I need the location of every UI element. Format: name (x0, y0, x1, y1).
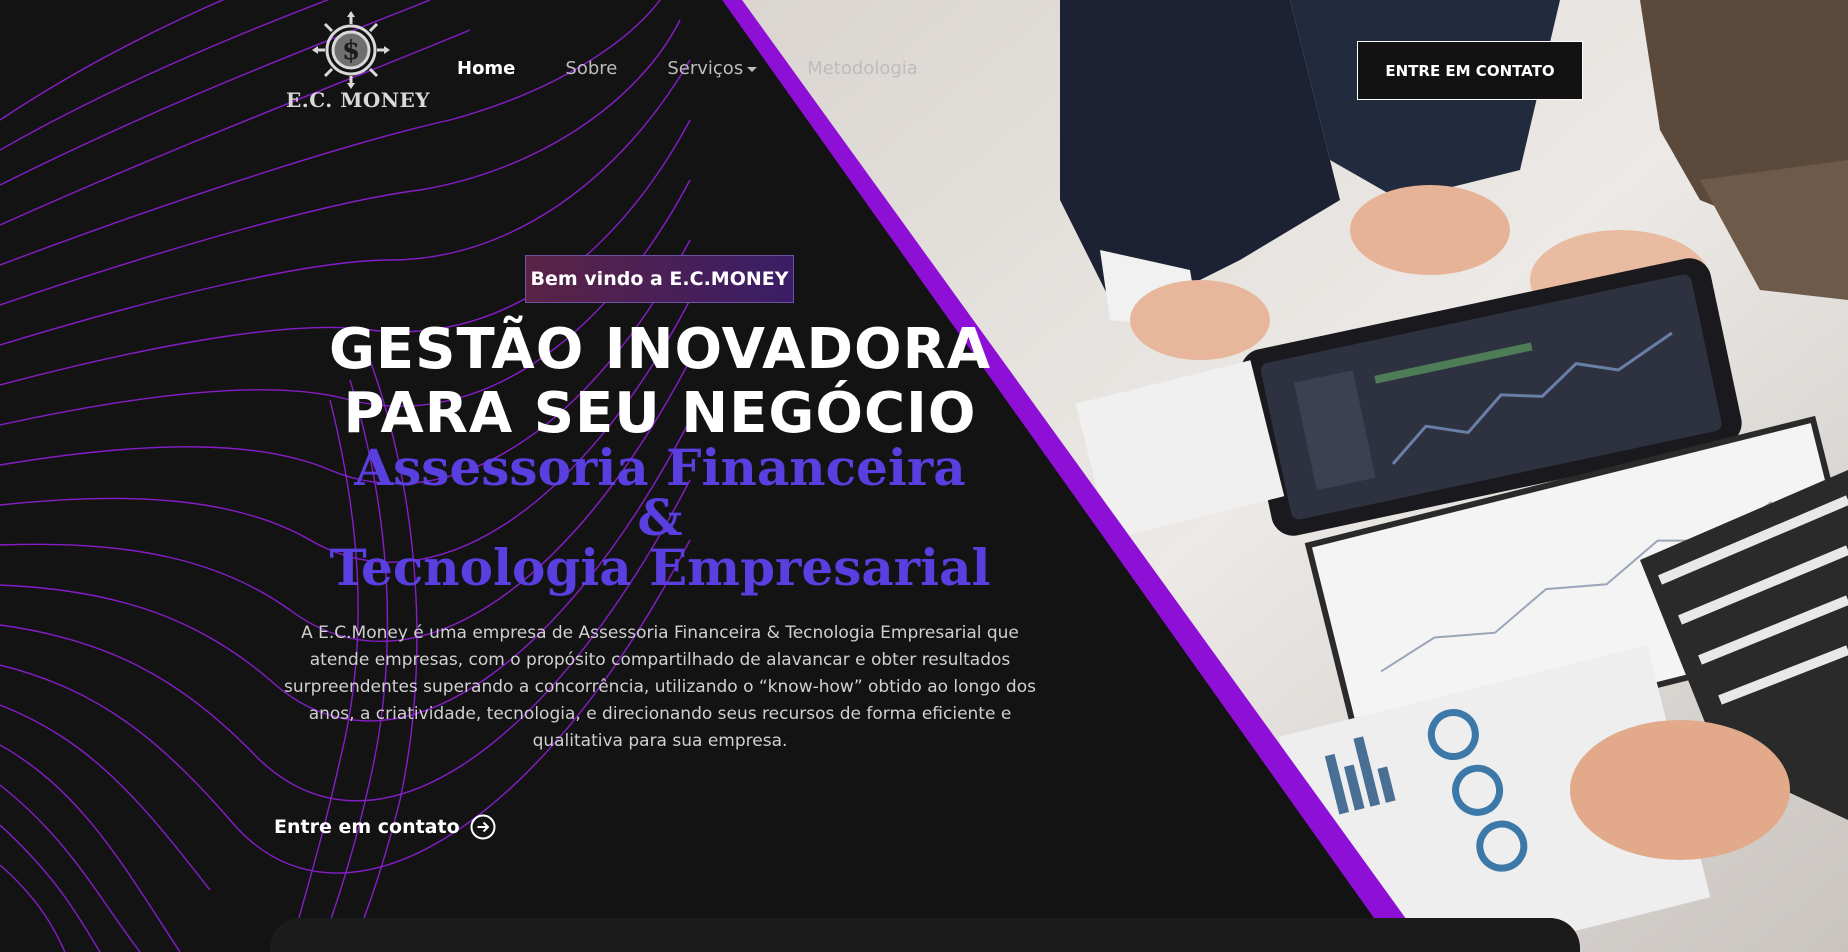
svg-text:$: $ (342, 36, 360, 66)
hero-subtitle: Assessoria Financeira & Tecnologia Empre… (230, 443, 1090, 593)
contact-link-label: Entre em contato (274, 816, 460, 838)
nav-item-servicos-label: Serviços (667, 58, 744, 79)
hero-subtitle-line-1: Assessoria Financeira (354, 438, 966, 497)
hero-title-line-1: GESTÃO INOVADORA (328, 317, 992, 382)
brand-logo[interactable]: $ E.C. MONEY (286, 10, 431, 118)
hero-subtitle-line-3: Tecnologia Empresarial (329, 538, 991, 597)
nav-item-servicos[interactable]: Serviços (667, 58, 758, 79)
main-nav: Home Sobre Serviços Metodologia (457, 58, 968, 79)
hero-subtitle-line-2: & (637, 488, 683, 547)
hero-description: A E.C.Money é uma empresa de Assessoria … (284, 623, 1036, 751)
contact-button[interactable]: ENTRE EM CONTATO (1357, 41, 1583, 100)
welcome-badge: Bem vindo a E.C.MONEY (525, 255, 794, 303)
hero-title: GESTÃO INOVADORA PARA SEU NEGÓCIO (230, 318, 1090, 446)
nav-item-home[interactable]: Home (457, 58, 515, 79)
arrow-right-circle-icon (470, 814, 496, 840)
caret-down-icon (747, 66, 758, 72)
next-section-edge (270, 918, 1580, 952)
nav-item-sobre[interactable]: Sobre (565, 58, 617, 79)
hero-title-line-2: PARA SEU NEGÓCIO (343, 381, 977, 446)
nav-item-metodologia[interactable]: Metodologia (807, 58, 918, 79)
contact-link[interactable]: Entre em contato (274, 814, 496, 840)
brand-name: E.C. MONEY (286, 88, 431, 112)
dollar-coin-icon: $ (312, 11, 390, 89)
